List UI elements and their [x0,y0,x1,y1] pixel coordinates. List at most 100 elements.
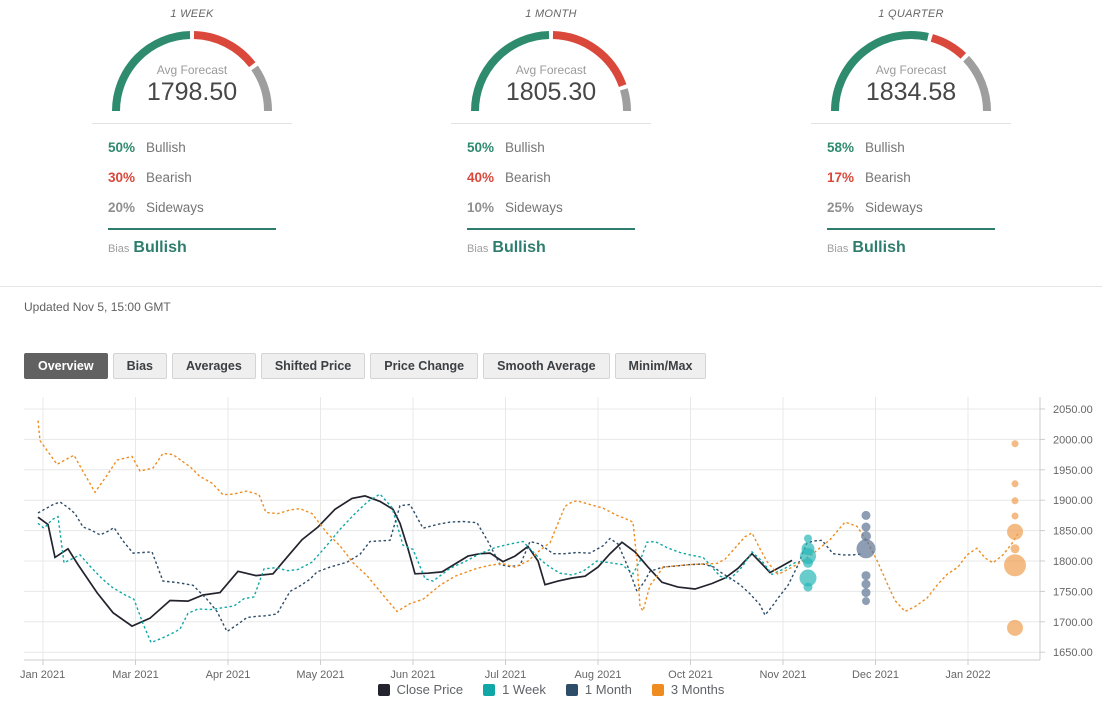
avg-forecast-value: 1798.50 [146,78,238,106]
avg-forecast-label: Avg Forecast [515,63,587,77]
y-axis-label: 2000.00 [1053,434,1093,446]
avg-forecast-value: 1834.58 [865,78,957,106]
divider [0,286,1102,287]
sideways-stat-row: 25% Sideways [827,193,995,223]
forecast-bubble [861,522,871,532]
legend-swatch [377,683,390,696]
tab-averages[interactable]: Averages [172,353,256,379]
y-axis-label: 1800.00 [1053,556,1093,568]
legend-item-close-price[interactable]: Close Price [377,682,464,697]
bearish-label: Bearish [865,170,911,185]
forecast-bubble [1011,497,1019,505]
bias-label: Bias [827,243,849,255]
sideways-label: Sideways [505,200,563,215]
bias-label: Bias [467,243,489,255]
forecast-bubble [861,571,871,581]
forecast-chart[interactable]: 1650.00 1700.00 1750.00 1800.00 1850.00 1900.… [0,390,1102,682]
x-axis-label: Aug 2021 [574,669,621,681]
legend-label: 1 Month [584,682,632,697]
legend-item-1-month[interactable]: 1 Month [565,682,632,697]
updated-timestamp: Updated Nov 5, 15:00 GMT [24,300,171,314]
y-axis-label: 1900.00 [1053,495,1093,507]
x-axis-label: Jul 2021 [485,669,527,681]
forecast-bubble [1011,440,1019,448]
forecast-bubble [803,582,813,592]
avg-forecast-label: Avg Forecast [156,63,228,77]
bias-value: Bullish [133,239,187,256]
forecast-bubble [861,588,871,598]
bearish-pct: 30% [108,170,136,185]
bullish-stat-row: 58% Bullish [827,133,995,163]
bullish-stat-row: 50% Bullish [108,133,276,163]
bias-value: Bullish [492,239,546,256]
legend-label: 3 Months [670,682,725,697]
bullish-pct: 50% [108,140,136,155]
x-axis-label: May 2021 [296,669,344,681]
x-axis-label: Jun 2021 [390,669,435,681]
bullish-stat-row: 50% Bullish [467,133,635,163]
forecast-card-1week: 1 WEEK Avg Forecast 1798.50 50% Bullish 3… [12,8,372,257]
legend-label: 1 Week [502,682,546,697]
bearish-stat-row: 30% Bearish [108,163,276,193]
forecast-bubble [1011,480,1019,488]
x-axis-label: Dec 2021 [852,669,899,681]
tab-shifted-price[interactable]: Shifted Price [260,353,366,379]
bearish-pct: 17% [827,170,855,185]
gauge-title: 1 WEEK [170,8,214,20]
forecast-bubble [1010,544,1020,554]
bias-value: Bullish [852,239,906,256]
tab-minim-max[interactable]: Minim/Max [614,353,707,379]
tab-overview[interactable]: Overview [24,353,108,379]
forecast-bubble [861,579,871,589]
gauge-title: 1 QUARTER [878,8,944,20]
legend-label: Close Price [396,682,464,697]
avg-forecast-label: Avg Forecast [875,63,947,77]
x-axis-label: Jan 2021 [20,669,65,681]
bias-label: Bias [108,243,130,255]
tab-bias[interactable]: Bias [112,353,167,379]
divider [827,228,995,230]
tab-price-change[interactable]: Price Change [370,353,479,379]
tab-smooth-average[interactable]: Smooth Average [483,353,610,379]
y-axis-label: 1750.00 [1053,586,1093,598]
gauge-title: 1 MONTH [525,8,577,20]
forecast-bubble [862,597,870,606]
sideways-pct: 10% [467,200,495,215]
bearish-label: Bearish [505,170,551,185]
divider [92,123,292,124]
forecast-card-1month: 1 MONTH Avg Forecast 1805.30 50% Bullish … [371,8,731,257]
forecast-card-1quarter: 1 QUARTER Avg Forecast 1834.58 58% Bullis… [731,8,1091,257]
legend-item-3-months[interactable]: 3 Months [651,682,725,697]
bullish-label: Bullish [505,140,545,155]
x-axis-label: Apr 2021 [206,669,251,681]
divider [108,228,276,230]
divider [467,228,635,230]
gauge-segment [930,34,967,59]
divider [811,123,1011,124]
bearish-stat-row: 40% Bearish [467,163,635,193]
bullish-label: Bullish [146,140,186,155]
divider [451,123,651,124]
gauge-segment [193,31,256,68]
bullish-pct: 50% [467,140,495,155]
y-axis-label: 1700.00 [1053,617,1093,629]
chart-legend: Close Price 1 Week 1 Month 3 Months [0,682,1102,697]
forecast-bubble [856,539,876,559]
y-axis-label: 1850.00 [1053,526,1093,538]
y-axis-label: 1950.00 [1053,465,1093,477]
legend-swatch [565,683,578,696]
bearish-stat-row: 17% Bearish [827,163,995,193]
x-axis-label: Jan 2022 [945,669,990,681]
forecast-bubble [1004,554,1026,577]
forecast-bubble [1007,619,1023,636]
forecast-bubble [804,534,812,543]
sideways-pct: 20% [108,200,136,215]
sideways-label: Sideways [865,200,923,215]
bullish-pct: 58% [827,140,855,155]
y-axis-label: 1650.00 [1053,647,1093,659]
legend-item-1-week[interactable]: 1 Week [483,682,546,697]
avg-forecast-value: 1805.30 [505,78,597,106]
forecast-bubble [1007,523,1023,540]
bullish-label: Bullish [865,140,905,155]
legend-swatch [483,683,496,696]
